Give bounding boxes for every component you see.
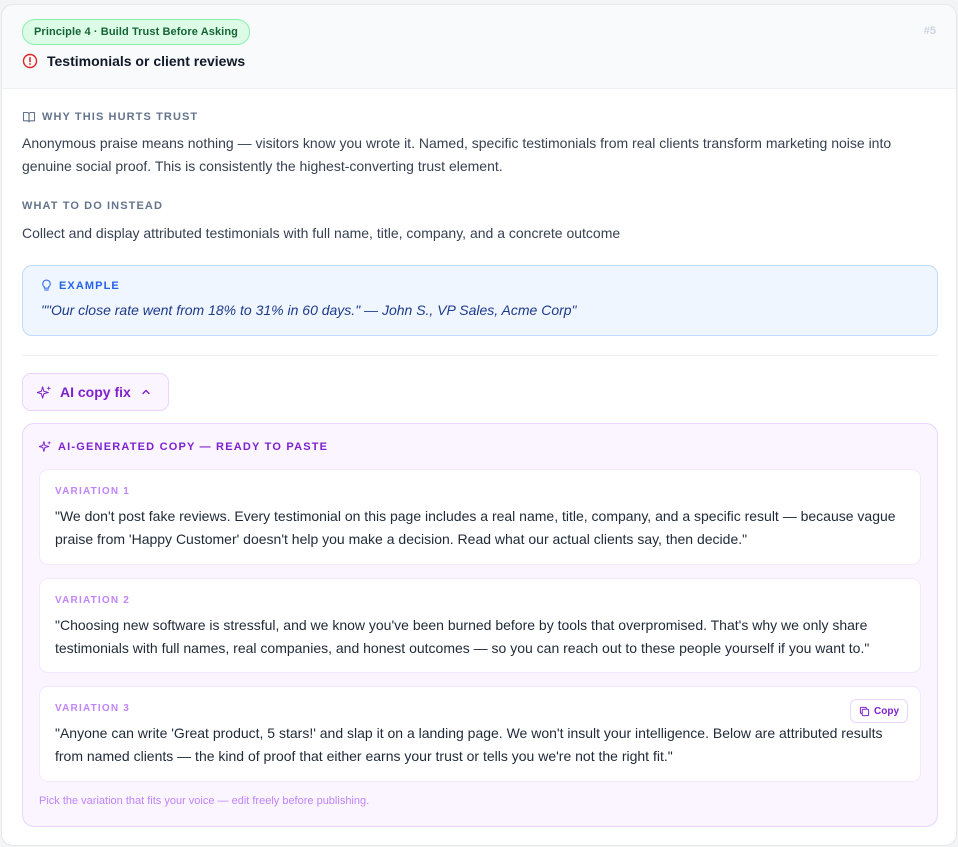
variation-card[interactable]: VARIATION 2 "Choosing new software is st… (39, 578, 921, 673)
variation-label: VARIATION 1 (55, 486, 131, 497)
example-label: EXAMPLE (40, 279, 120, 292)
why-text: Anonymous praise means nothing — visitor… (22, 135, 892, 174)
ai-panel-label-text: AI-GENERATED COPY — READY TO PASTE (58, 440, 329, 453)
alert-circle-icon (22, 53, 38, 69)
chevron-up-icon (142, 389, 150, 395)
variation-card[interactable]: VARIATION 1 "We don't post fake reviews.… (39, 469, 921, 565)
sparkles-icon (37, 385, 52, 399)
why-label: WHY THIS HURTS TRUST (22, 110, 198, 124)
instead-label-text: WHAT TO DO INSTEAD (22, 200, 163, 212)
copy-button-label: Copy (874, 705, 899, 717)
principle-badge: Principle 4 · Build Trust Before Asking (22, 19, 250, 45)
ai-panel-footer: Pick the variation that fits your voice … (39, 795, 370, 807)
instead-text: Collect and display attributed testimoni… (22, 225, 621, 241)
section-divider (22, 355, 938, 356)
variation-text: "We don't post fake reviews. Every testi… (55, 508, 896, 547)
ai-toggle-label: AI copy fix (60, 384, 131, 400)
copy-button[interactable]: Copy (850, 699, 908, 723)
issue-title: Testimonials or client reviews (47, 53, 246, 69)
card-header: Principle 4 · Build Trust Before Asking … (2, 5, 956, 89)
variation-text: "Choosing new software is stressful, and… (55, 617, 870, 656)
lightbulb-icon (42, 279, 51, 291)
variation-label: VARIATION 3 (55, 703, 131, 714)
issue-card: Principle 4 · Build Trust Before Asking … (1, 4, 957, 846)
example-label-text: EXAMPLE (59, 279, 120, 292)
variation-card[interactable]: VARIATION 3 "Anyone can write 'Great pro… (39, 686, 921, 782)
example-box: EXAMPLE ""Our close rate went from 18% t… (22, 265, 938, 336)
instead-label: WHAT TO DO INSTEAD (22, 200, 163, 212)
copy-icon (859, 706, 870, 716)
why-label-text: WHY THIS HURTS TRUST (42, 111, 199, 123)
sparkles-icon (39, 440, 52, 452)
ai-copy-fix-toggle[interactable]: AI copy fix (22, 373, 169, 411)
book-open-icon (22, 111, 36, 123)
variation-text: "Anyone can write 'Great product, 5 star… (55, 725, 883, 764)
variation-label: VARIATION 2 (55, 595, 131, 606)
ai-copy-panel: AI-GENERATED COPY — READY TO PASTE VARIA… (22, 423, 938, 827)
example-text: ""Our close rate went from 18% to 31% in… (41, 302, 577, 318)
ai-panel-label: AI-GENERATED COPY — READY TO PASTE (39, 440, 328, 453)
issue-title-row: Testimonials or client reviews (22, 53, 245, 69)
issue-number: #5 (923, 25, 936, 37)
